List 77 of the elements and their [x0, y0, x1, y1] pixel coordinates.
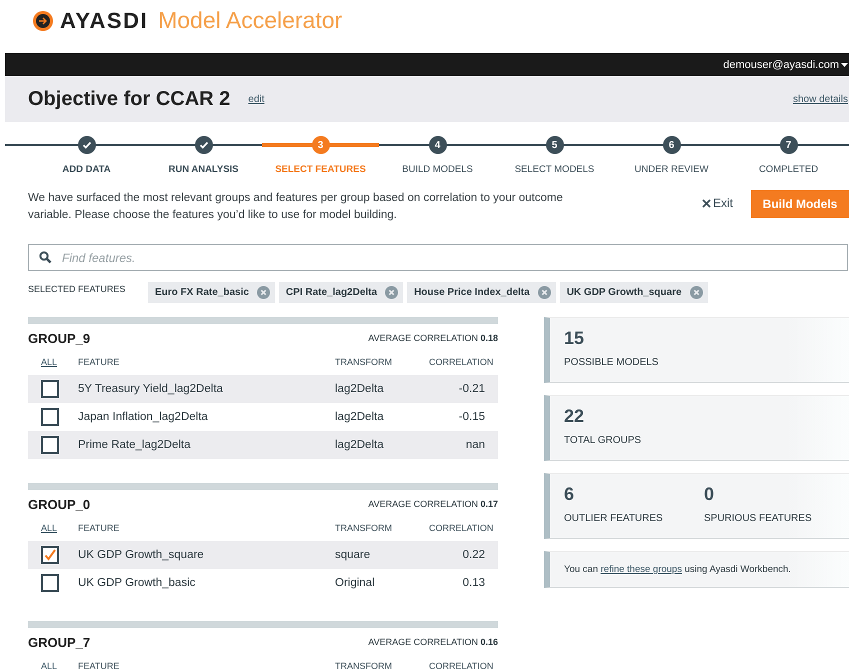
stat-label: SPURIOUS FEATURES — [704, 513, 813, 524]
refine-groups-link[interactable]: refine these groups — [600, 564, 682, 575]
table-cell-text: UK GDP Growth_square — [78, 549, 205, 561]
tag-label: House Price Index_delta — [414, 287, 530, 298]
select-all-link[interactable]: ALL — [28, 357, 78, 367]
stat-label: TOTAL GROUPS — [564, 435, 642, 446]
step-tab[interactable]: COMPLETED — [758, 164, 818, 175]
checkbox[interactable] — [41, 436, 59, 454]
column-header: CORRELATION — [429, 523, 494, 533]
close-icon — [702, 198, 711, 208]
stat-label: POSSIBLE MODELS — [564, 357, 660, 368]
table-cell-text: Prime Rate_lag2Delta — [78, 439, 192, 451]
group-title: GROUP_7 — [28, 634, 90, 650]
table-cell-text: lag2Delta — [335, 439, 385, 451]
selected-features-label: SELECTED FEATURES — [28, 283, 126, 296]
column-header: CORRELATION — [429, 661, 494, 669]
product-name: Model Accelerator — [158, 7, 342, 34]
exit-button[interactable]: Exit — [702, 196, 733, 210]
checkbox[interactable] — [41, 546, 59, 564]
table-cell-text: square — [335, 549, 372, 561]
step-tab[interactable]: UNDER REVIEW — [634, 164, 708, 175]
column-header: CORRELATION — [429, 357, 494, 367]
stat-value: 15 — [564, 328, 586, 349]
user-menu[interactable]: demouser@ayasdi.com — [719, 58, 849, 70]
checkbox[interactable] — [41, 408, 59, 426]
search-icon — [39, 251, 52, 264]
average-correlation: AVERAGE CORRELATION 0.16 — [368, 637, 498, 647]
column-header: TRANSFORM — [335, 523, 393, 533]
column-header: FEATURE — [78, 661, 120, 669]
show-details-link[interactable]: show details — [792, 94, 849, 104]
checkbox[interactable] — [41, 574, 59, 592]
table-cell-text: 0.13 — [462, 577, 486, 589]
table-cell-text: Japan Inflation_lag2Delta — [78, 411, 209, 423]
table-cell-text: 0.22 — [462, 549, 486, 561]
table-cell-text: nan — [464, 439, 486, 451]
table-cell-text: Original — [335, 577, 376, 589]
select-all-link[interactable]: ALL — [28, 661, 78, 669]
tag-label: UK GDP Growth_square — [566, 287, 682, 298]
step-number: 3 — [312, 136, 330, 154]
stat-label: OUTLIER FEATURES — [564, 513, 664, 524]
intro-text: We have surfaced the most relevant groups and features per group based on correlation to your outcome variable. Please choose the features you’d like to use for model building. — [28, 191, 564, 223]
objective-title: Objective for CCAR 2 — [28, 88, 230, 110]
search-field[interactable]: Find features. — [28, 244, 848, 271]
table-cell-text: -0.21 — [458, 383, 486, 395]
column-header: FEATURE — [78, 523, 120, 533]
stat-value: 22 — [564, 406, 586, 427]
step-number: 6 — [662, 136, 680, 154]
step-tab[interactable]: SELECT MODELS — [514, 164, 594, 175]
table-cell-text: lag2Delta — [335, 411, 385, 423]
stat-value: 0 — [704, 484, 716, 505]
step-number: 5 — [546, 136, 564, 154]
brand-name: AYASDI — [60, 8, 148, 34]
note-text: You can refine these groups using Ayasdi Workbench. — [564, 564, 791, 575]
column-header: FEATURE — [78, 357, 120, 367]
logo-icon — [32, 10, 54, 32]
step-number: 7 — [780, 136, 798, 154]
step-tab[interactable]: ADD DATA — [62, 164, 111, 175]
stat-value: 6 — [564, 484, 576, 505]
average-correlation: AVERAGE CORRELATION 0.17 — [368, 499, 498, 509]
average-correlation: AVERAGE CORRELATION 0.18 — [368, 333, 498, 343]
step-tab[interactable]: BUILD MODELS — [402, 164, 473, 175]
step-number: 4 — [428, 136, 446, 154]
tag-label: Euro FX Rate_basic — [155, 287, 249, 298]
table-cell-text: lag2Delta — [335, 383, 385, 395]
table-cell-text: -0.15 — [458, 411, 486, 423]
edit-link[interactable]: edit — [248, 94, 264, 104]
checkbox[interactable] — [41, 380, 59, 398]
step-tab[interactable]: RUN ANALYSIS — [168, 164, 239, 175]
tag-label: CPI Rate_lag2Delta — [286, 287, 378, 298]
column-header: TRANSFORM — [335, 357, 393, 367]
column-header: TRANSFORM — [335, 661, 393, 669]
group-title: GROUP_0 — [28, 496, 90, 512]
table-cell-text: 5Y Treasury Yield_lag2Delta — [78, 383, 224, 395]
table-cell-text: UK GDP Growth_basic — [78, 577, 196, 589]
caret-icon — [841, 62, 848, 66]
group-title: GROUP_9 — [28, 330, 90, 346]
select-all-link[interactable]: ALL — [28, 523, 78, 533]
